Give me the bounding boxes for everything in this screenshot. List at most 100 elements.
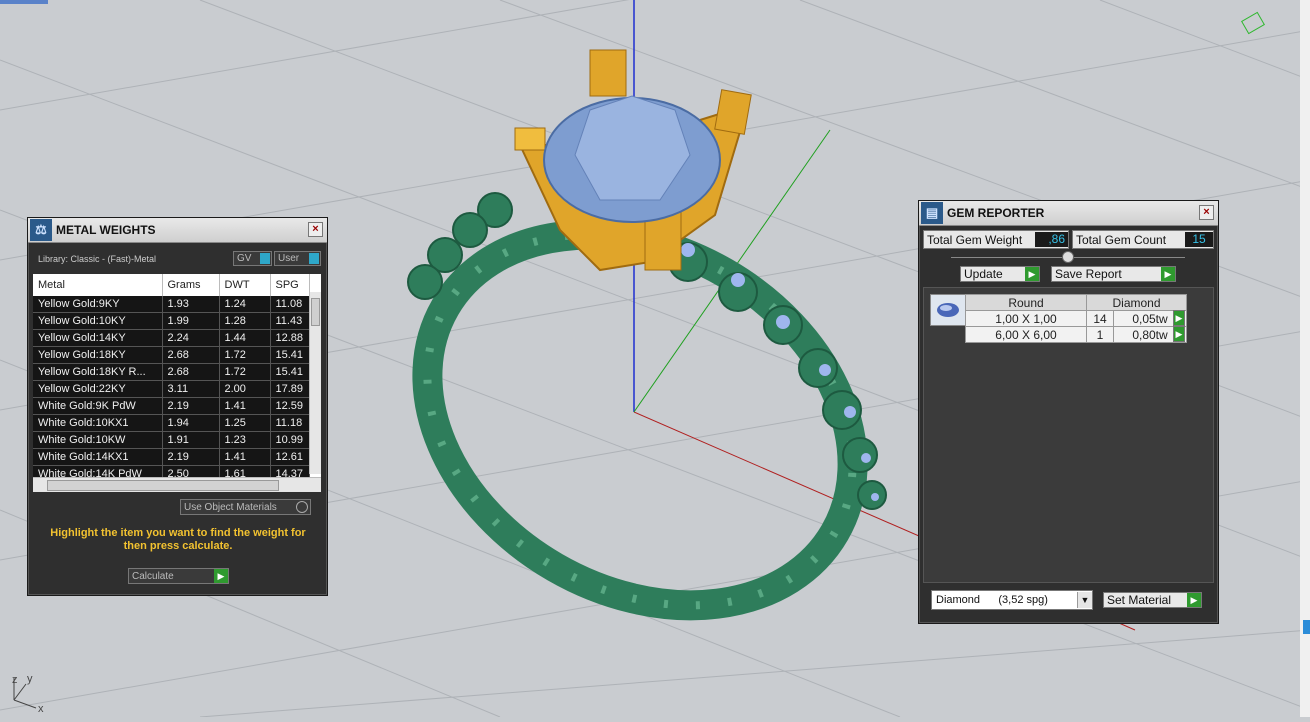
spg-cell: 15.41 [270, 346, 310, 364]
user-switch-icon [309, 253, 319, 264]
table-row[interactable]: Yellow Gold:9KY 1.93 1.24 11.08 [33, 296, 310, 313]
dwt-cell: 1.41 [219, 448, 271, 466]
splitter-handle[interactable] [1062, 251, 1074, 263]
calculate-hint: Highlight the item you want to find the … [50, 527, 306, 552]
play-icon: ▶ [1161, 267, 1175, 281]
library-label: Library: Classic - (Fast)-Metal [38, 254, 157, 264]
total-gem-count-value: 15 [1185, 232, 1213, 247]
chevron-down-icon[interactable]: ▼ [1077, 592, 1092, 608]
horizontal-scrollbar[interactable] [33, 477, 321, 492]
gem-reporter-title: GEM REPORTER [947, 206, 1045, 220]
gem-reporter-titlebar[interactable]: ▤ GEM REPORTER × [919, 201, 1218, 226]
play-icon: ▶ [1174, 311, 1184, 325]
dwt-cell: 2.00 [219, 380, 271, 398]
metal-weights-title: METAL WEIGHTS [56, 223, 156, 237]
close-icon[interactable]: × [308, 222, 323, 237]
use-object-materials-toggle[interactable]: Use Object Materials [180, 499, 311, 515]
radio-icon [296, 501, 308, 513]
metal-weights-titlebar[interactable]: ⚖ METAL WEIGHTS × [28, 218, 327, 243]
grams-cell: 1.94 [162, 414, 220, 432]
close-icon[interactable]: × [1199, 205, 1214, 220]
play-icon: ▶ [1174, 327, 1184, 341]
user-toggle[interactable]: User [274, 251, 321, 266]
save-report-button[interactable]: Save Report ▶ [1051, 266, 1176, 282]
metal-cell: Yellow Gold:9KY [33, 296, 163, 313]
count-cell: 14 [1086, 310, 1114, 327]
grams-cell: 2.68 [162, 363, 220, 381]
grams-cell: 1.99 [162, 312, 220, 330]
scale-icon: ⚖ [30, 219, 52, 241]
row-select-button[interactable]: ▶ [1173, 326, 1185, 342]
round-diamond-icon [937, 303, 959, 317]
gem-table: Round Diamond 1,00 X 1,00 14 0,05tw 6,00… [965, 294, 1187, 343]
material-select[interactable]: Diamond (3,52 spg) ▼ [931, 590, 1093, 610]
material-select-value: Diamond (3,52 spg) [936, 594, 1048, 606]
spg-cell: 17.89 [270, 380, 310, 398]
total-gem-count-field: Total Gem Count 15 [1072, 230, 1214, 249]
grams-cell: 2.19 [162, 448, 220, 466]
table-row[interactable]: 6,00 X 6,00 1 0,80tw [965, 326, 1187, 343]
vertical-scrollbar[interactable] [309, 292, 321, 474]
dwt-cell: 1.25 [219, 414, 271, 432]
metal-table: Metal Grams DWT SPG Yellow Gold:9KY 1.93 1… [33, 274, 310, 483]
set-material-button[interactable]: Set Material ▶ [1103, 592, 1202, 608]
table-row[interactable]: Yellow Gold:22KY 3.11 2.00 17.89 [33, 380, 310, 398]
col-header[interactable]: Metal [33, 274, 163, 296]
calculate-button[interactable]: Calculate ▶ [128, 568, 229, 584]
size-cell: 1,00 X 1,00 [965, 310, 1087, 327]
gv-toggle[interactable]: GV [233, 251, 272, 266]
axis-label-x: x [38, 703, 44, 715]
axis-label-z: z [12, 674, 18, 686]
spg-cell: 15.41 [270, 363, 310, 381]
metal-cell: White Gold:10KX1 [33, 414, 163, 432]
spg-cell: 11.18 [270, 414, 310, 432]
table-row[interactable]: Yellow Gold:18KY 2.68 1.72 15.41 [33, 346, 310, 364]
gv-label: GV [237, 253, 252, 264]
col-header[interactable]: SPG [270, 274, 310, 296]
total-gem-count-label: Total Gem Count [1076, 232, 1167, 247]
gem-table-header: Round Diamond [965, 294, 1187, 311]
metal-weights-panel: ⚖ METAL WEIGHTS × Library: Classic - (Fa… [27, 217, 328, 596]
col-header[interactable]: DWT [219, 274, 271, 296]
table-row[interactable]: White Gold:9K PdW 2.19 1.41 12.59 [33, 397, 310, 415]
grams-cell: 1.93 [162, 296, 220, 313]
h-scroll-thumb[interactable] [47, 480, 279, 491]
table-row[interactable]: Yellow Gold:10KY 1.99 1.28 11.43 [33, 312, 310, 330]
dwt-cell: 1.72 [219, 363, 271, 381]
grams-cell: 2.68 [162, 346, 220, 364]
metal-table-container: Metal Grams DWT SPG Yellow Gold:9KY 1.93 1… [33, 274, 321, 492]
grams-cell: 2.24 [162, 329, 220, 347]
metal-cell: Yellow Gold:22KY [33, 380, 163, 398]
update-button[interactable]: Update ▶ [960, 266, 1040, 282]
shape-header: Round [965, 294, 1087, 311]
table-row[interactable]: Yellow Gold:14KY 2.24 1.44 12.88 [33, 329, 310, 347]
metal-cell: White Gold:14KX1 [33, 448, 163, 466]
table-row[interactable]: 1,00 X 1,00 14 0,05tw [965, 310, 1187, 327]
count-cell: 1 [1086, 326, 1114, 343]
metal-cell: Yellow Gold:14KY [33, 329, 163, 347]
grams-cell: 2.19 [162, 397, 220, 415]
table-row[interactable]: White Gold:10KX1 1.94 1.25 11.18 [33, 414, 310, 432]
table-row[interactable]: White Gold:10KW 1.91 1.23 10.99 [33, 431, 310, 449]
gem-reporter-panel: ▤ GEM REPORTER × Total Gem Weight ,86 To… [918, 200, 1219, 624]
gv-switch-icon [260, 253, 270, 264]
total-gem-weight-field: Total Gem Weight ,86 [923, 230, 1069, 249]
spg-cell: 12.59 [270, 397, 310, 415]
table-row[interactable]: White Gold:14KX1 2.19 1.41 12.61 [33, 448, 310, 466]
total-gem-weight-value: ,86 [1035, 232, 1068, 247]
gem-report-icon: ▤ [921, 202, 943, 224]
col-header[interactable]: Grams [162, 274, 220, 296]
table-row[interactable]: Yellow Gold:18KY R... 2.68 1.72 15.41 [33, 363, 310, 381]
set-material-label: Set Material [1107, 593, 1172, 607]
use-object-materials-label: Use Object Materials [184, 501, 277, 513]
dwt-cell: 1.28 [219, 312, 271, 330]
dwt-cell: 1.44 [219, 329, 271, 347]
spg-cell: 11.43 [270, 312, 310, 330]
row-select-button[interactable]: ▶ [1173, 310, 1185, 326]
round-gem-thumbnail[interactable] [930, 294, 966, 326]
axis-label-y: y [27, 673, 33, 685]
metal-cell: Yellow Gold:10KY [33, 312, 163, 330]
scroll-thumb[interactable] [311, 298, 320, 326]
update-label: Update [964, 267, 1003, 281]
metal-cell: White Gold:9K PdW [33, 397, 163, 415]
